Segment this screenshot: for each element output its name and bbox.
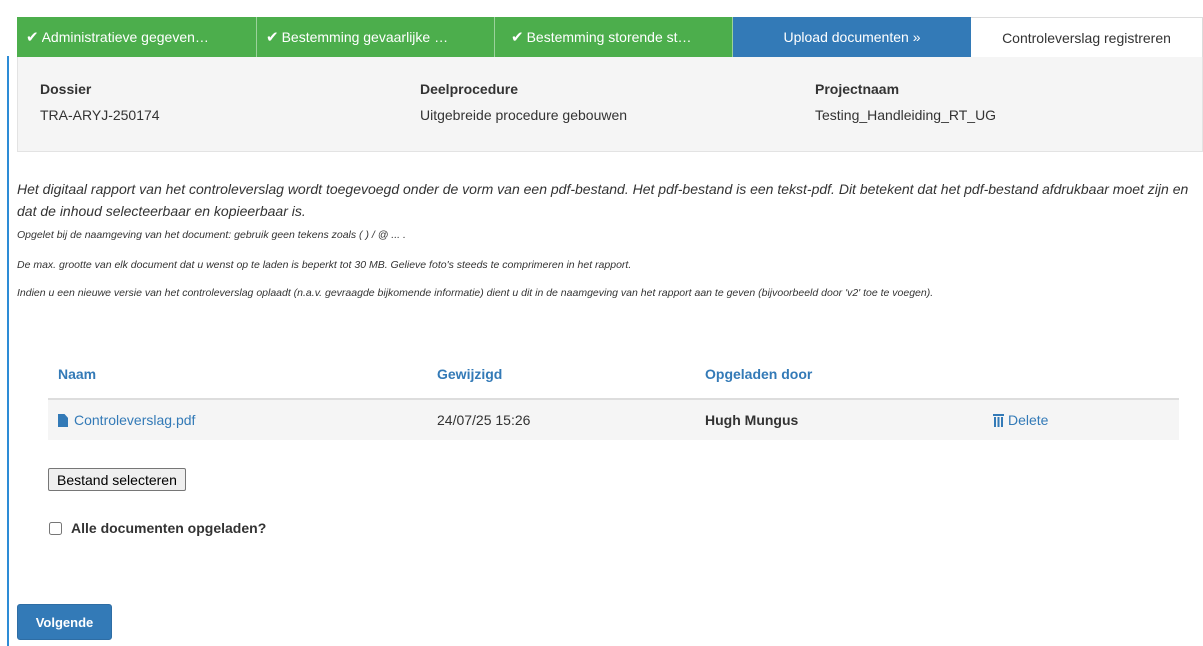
wizard-steps: ✔ Administratieve gegeven… ✔ Bestemming …	[17, 17, 1203, 57]
step-label: Upload documenten »	[783, 29, 921, 45]
size-note: De max. grootte van elk document dat u w…	[17, 259, 632, 271]
step-controleverslag-registreren[interactable]: Controleverslag registreren	[971, 17, 1203, 57]
upload-description: Het digitaal rapport van het controlever…	[17, 181, 1189, 219]
delete-button[interactable]: Delete	[993, 412, 1048, 428]
table-header: Naam Gewijzigd Opgeladen door	[48, 366, 1179, 400]
column-header-opgeladen-door[interactable]: Opgeladen door	[705, 366, 812, 382]
deelprocedure-label: Deelprocedure	[420, 81, 519, 97]
left-border	[7, 56, 9, 646]
deelprocedure-column: Deelprocedure Uitgebreide procedure gebo…	[420, 81, 627, 123]
check-icon: ✔	[266, 29, 279, 46]
step-bestemming-gevaarlijke[interactable]: ✔ Bestemming gevaarlijke …	[257, 17, 495, 57]
dossier-column: Dossier TRA-ARYJ-250174	[40, 81, 160, 123]
document-uploaded-by: Hugh Mungus	[705, 412, 799, 428]
projectnaam-column: Projectnaam Testing_Handleiding_RT_UG	[815, 81, 996, 123]
all-uploaded-label: Alle documenten opgeladen?	[71, 520, 267, 536]
step-upload-documenten[interactable]: Upload documenten »	[733, 17, 971, 57]
deelprocedure-value: Uitgebreide procedure gebouwen	[420, 107, 628, 123]
projectnaam-label: Projectnaam	[815, 81, 900, 97]
all-uploaded-checkbox[interactable]	[49, 521, 62, 535]
step-label: Bestemming storende st…	[526, 29, 692, 45]
all-uploaded-checkbox-row[interactable]: Alle documenten opgeladen?	[49, 520, 266, 536]
delete-label[interactable]: Delete	[1008, 412, 1048, 428]
column-header-gewijzigd[interactable]: Gewijzigd	[437, 366, 502, 382]
naming-note: Opgelet bij de naamgeving van het docume…	[17, 229, 406, 241]
projectnaam-value: Testing_Handleiding_RT_UG	[815, 107, 997, 123]
version-note: Indien u een nieuwe versie van het contr…	[17, 287, 934, 299]
trash-icon	[993, 414, 1004, 427]
document-name[interactable]: Controleverslag.pdf	[74, 412, 195, 428]
check-icon: ✔	[511, 29, 524, 46]
document-link[interactable]: Controleverslag.pdf	[58, 412, 195, 428]
dossier-label: Dossier	[40, 81, 92, 97]
column-header-naam[interactable]: Naam	[58, 366, 96, 382]
select-file-button[interactable]: Bestand selecteren	[48, 468, 186, 491]
file-icon	[58, 414, 68, 427]
step-label: Controleverslag registreren	[1002, 29, 1171, 46]
table-row: Controleverslag.pdf 24/07/25 15:26 Hugh …	[48, 400, 1179, 440]
dossier-info-panel: Dossier TRA-ARYJ-250174 Deelprocedure Ui…	[17, 57, 1203, 152]
check-icon: ✔	[26, 29, 39, 46]
step-bestemming-storende[interactable]: ✔ Bestemming storende st…	[495, 17, 733, 57]
documents-table: Naam Gewijzigd Opgeladen door Controleve…	[48, 366, 1179, 440]
step-label: Administratieve gegeven…	[41, 29, 209, 45]
dossier-value: TRA-ARYJ-250174	[40, 107, 160, 123]
next-button[interactable]: Volgende	[17, 604, 112, 640]
document-modified: 24/07/25 15:26	[437, 412, 531, 428]
step-administratieve-gegevens[interactable]: ✔ Administratieve gegeven…	[17, 17, 257, 57]
step-label: Bestemming gevaarlijke …	[281, 29, 449, 45]
